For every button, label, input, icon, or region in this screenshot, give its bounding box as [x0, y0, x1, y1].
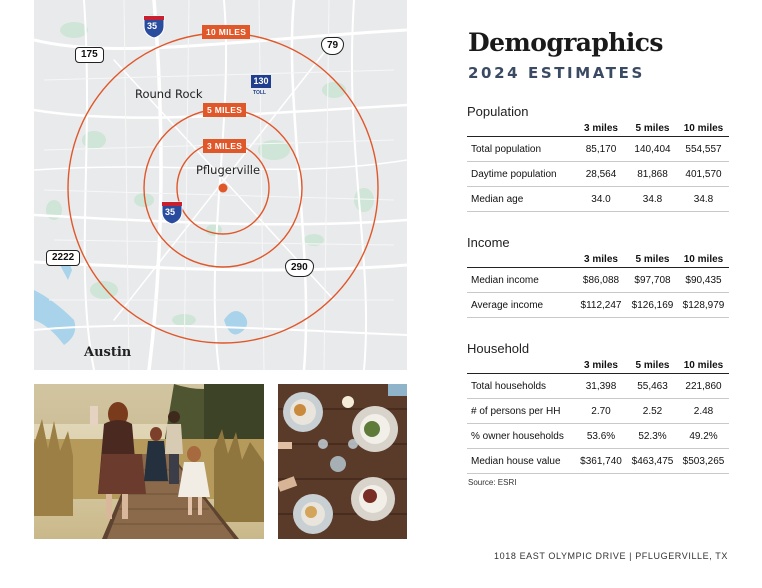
column-header: 3 miles	[575, 251, 627, 268]
table-row: Average income $112,247 $126,169 $128,97…	[467, 292, 729, 318]
property-address: 1018 EAST OLYMPIC DRIVE | PFLUGERVILLE, …	[494, 551, 728, 561]
table-row: Median age 34.0 34.8 34.8	[467, 186, 729, 212]
column-header: 5 miles	[627, 251, 678, 268]
ring-label-5-miles: 5 MILES	[203, 103, 247, 117]
column-header	[467, 357, 575, 374]
column-header: 10 miles	[678, 251, 729, 268]
row-label: # of persons per HH	[467, 398, 575, 424]
table-cell: 49.2%	[678, 423, 729, 449]
column-header: 5 miles	[627, 120, 678, 137]
family-photo	[34, 384, 264, 539]
column-header: 3 miles	[575, 120, 627, 137]
table-row: # of persons per HH 2.70 2.52 2.48	[467, 398, 729, 424]
table-cell: 85,170	[575, 136, 627, 162]
table-cell: 31,398	[575, 373, 627, 399]
table-cell: $503,265	[678, 448, 729, 474]
table-cell: $112,247	[575, 292, 627, 318]
table-header-row: 3 miles 5 miles 10 miles	[467, 357, 729, 374]
site-marker	[218, 183, 228, 193]
table-cell: $128,979	[678, 292, 729, 318]
page: 35 35 175 79 130 TOLL 2222 290 10 MILES …	[0, 0, 762, 588]
row-label: Total households	[467, 373, 575, 399]
table-cell: 140,404	[627, 136, 678, 162]
row-label: Average income	[467, 292, 575, 318]
ring-label-3-miles: 3 MILES	[203, 139, 247, 153]
income-table: 3 miles 5 miles 10 miles Median income $…	[467, 251, 729, 318]
i35-label-mid: 35	[165, 207, 176, 217]
table-cell: $97,708	[627, 267, 678, 293]
household-section: Household 3 miles 5 miles 10 miles Total…	[467, 341, 729, 474]
page-subtitle: 2024 ESTIMATES	[468, 64, 645, 82]
table-cell: 34.0	[575, 186, 627, 212]
table-cell: 2.70	[575, 398, 627, 424]
table-cell: $90,435	[678, 267, 729, 293]
table-row: Total households 31,398 55,463 221,860	[467, 373, 729, 399]
table-row: % owner households 53.6% 52.3% 49.2%	[467, 423, 729, 449]
place-round-rock: Round Rock	[135, 87, 203, 101]
table-header-row: 3 miles 5 miles 10 miles	[467, 120, 729, 137]
table-cell: 554,557	[678, 136, 729, 162]
income-heading: Income	[467, 235, 510, 250]
table-header-row: 3 miles 5 miles 10 miles	[467, 251, 729, 268]
table-cell: $463,475	[627, 448, 678, 474]
page-title: Demographics	[468, 28, 663, 57]
family-photo-graphic	[34, 384, 264, 539]
table-cell: 81,868	[627, 161, 678, 187]
dinner-table-photo	[278, 384, 407, 539]
table-cell: 34.8	[678, 186, 729, 212]
toll-label: TOLL	[253, 90, 266, 96]
table-cell: 52.3%	[627, 423, 678, 449]
table-cell: 221,860	[678, 373, 729, 399]
place-austin: Austin	[84, 345, 132, 360]
table-cell: $361,740	[575, 448, 627, 474]
table-row: Daytime population 28,564 81,868 401,570	[467, 161, 729, 187]
table-cell: 55,463	[627, 373, 678, 399]
row-label: Median income	[467, 267, 575, 293]
radius-map: 35 35 175 79 130 TOLL 2222 290 10 MILES …	[34, 0, 407, 370]
column-header	[467, 120, 575, 137]
row-label: Median house value	[467, 448, 575, 474]
column-header	[467, 251, 575, 268]
column-header: 3 miles	[575, 357, 627, 374]
table-row: Median house value $361,740 $463,475 $50…	[467, 448, 729, 474]
fm2222-shield: 2222	[46, 250, 81, 266]
place-pflugerville: Pflugerville	[196, 163, 261, 177]
table-row: Total population 85,170 140,404 554,557	[467, 136, 729, 162]
table-cell: 28,564	[575, 161, 627, 187]
source-note: Source: ESRI	[468, 478, 517, 487]
household-table: 3 miles 5 miles 10 miles Total household…	[467, 357, 729, 474]
income-section: Income 3 miles 5 miles 10 miles Median i…	[467, 235, 729, 318]
table-cell: 53.6%	[575, 423, 627, 449]
ring-label-10-miles: 10 MILES	[202, 25, 251, 39]
sh130-shield: 130	[251, 75, 271, 88]
table-cell: $86,088	[575, 267, 627, 293]
household-heading: Household	[467, 341, 530, 356]
column-header: 10 miles	[678, 357, 729, 374]
table-cell: 34.8	[627, 186, 678, 212]
table-cell: 2.52	[627, 398, 678, 424]
us290-shield: 290	[285, 259, 314, 277]
table-cell: 2.48	[678, 398, 729, 424]
tx175-shield: 175	[75, 47, 104, 63]
row-label: Total population	[467, 136, 575, 162]
row-label: Daytime population	[467, 161, 575, 187]
column-header: 10 miles	[678, 120, 729, 137]
population-heading: Population	[467, 104, 529, 119]
row-label: % owner households	[467, 423, 575, 449]
column-header: 5 miles	[627, 357, 678, 374]
table-row: Median income $86,088 $97,708 $90,435	[467, 267, 729, 293]
dinner-table-graphic	[278, 384, 407, 539]
table-cell: 401,570	[678, 161, 729, 187]
population-section: Population 3 miles 5 miles 10 miles Tota…	[467, 104, 729, 212]
population-table: 3 miles 5 miles 10 miles Total populatio…	[467, 120, 729, 212]
row-label: Median age	[467, 186, 575, 212]
i35-label-top: 35	[147, 21, 158, 31]
table-cell: $126,169	[627, 292, 678, 318]
